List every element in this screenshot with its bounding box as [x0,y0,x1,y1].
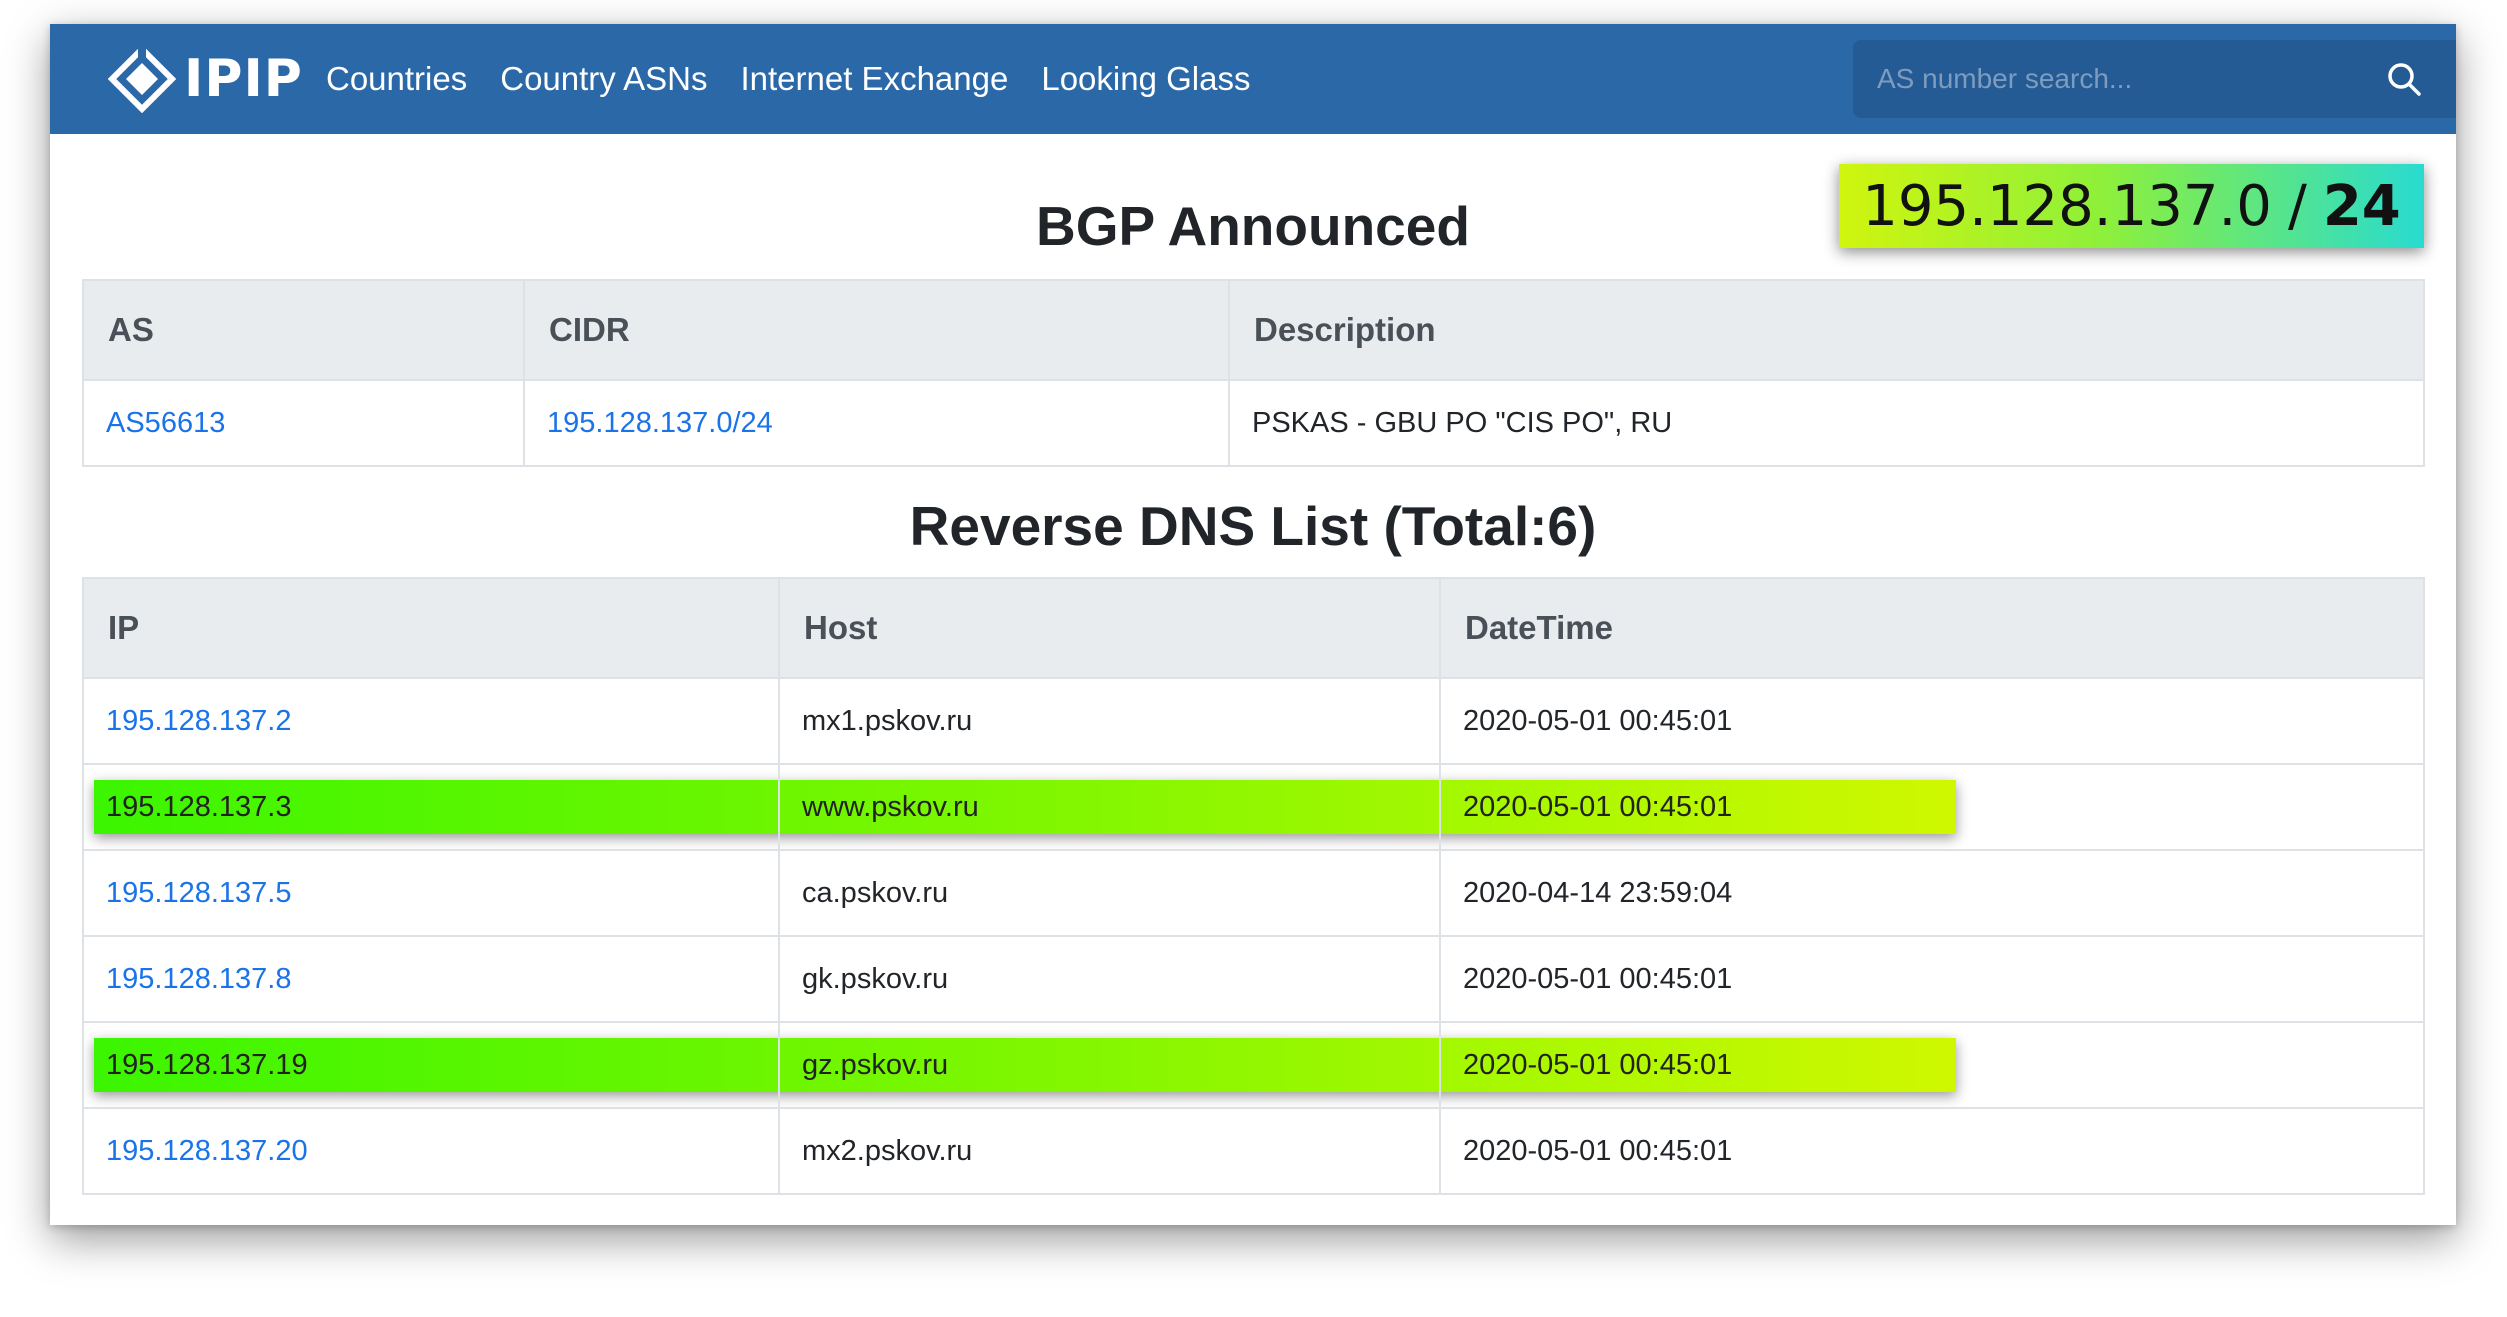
column-header-host: Host [778,577,1441,679]
table-row-highlighted: 195.128.137.19 gz.pskov.ru 2020-05-01 00… [82,1021,2425,1109]
table-row: 195.128.137.20 mx2.pskov.ru 2020-05-01 0… [82,1107,2425,1195]
cidr-cell: 195.128.137.0/24 [523,379,1230,467]
datetime-cell: 2020-05-01 00:45:01 [1439,763,2425,851]
host-cell: ca.pskov.ru [778,849,1441,937]
ip-link[interactable]: 195.128.137.20 [106,1135,308,1167]
column-header-as: AS [82,279,525,381]
bgp-announced-title: BGP Announced [1036,195,1470,257]
ip-link[interactable]: 195.128.137.2 [106,705,291,737]
search-icon[interactable] [2386,61,2422,97]
host-cell: www.pskov.ru [778,763,1441,851]
nav-link-internet-exchange[interactable]: Internet Exchange [740,60,1008,98]
ipip-logo-icon [108,45,176,113]
table-row: 195.128.137.5 ca.pskov.ru 2020-04-14 23:… [82,849,2425,937]
as-cell: AS56613 [82,379,525,467]
table-row: 195.128.137.2 mx1.pskov.ru 2020-05-01 00… [82,677,2425,765]
as-search-box [1853,40,2456,118]
nav-links: Countries Country ASNs Internet Exchange… [326,24,1283,134]
datetime-cell: 2020-04-14 23:59:04 [1439,849,2425,937]
host-cell: gz.pskov.ru [778,1021,1441,1109]
datetime-cell: 2020-05-01 00:45:01 [1439,935,2425,1023]
column-header-datetime: DateTime [1439,577,2425,679]
table-row: 195.128.137.8 gk.pskov.ru 2020-05-01 00:… [82,935,2425,1023]
nav-link-country-asns[interactable]: Country ASNs [500,60,707,98]
host-cell: gk.pskov.ru [778,935,1441,1023]
ip-link[interactable]: 195.128.137.5 [106,877,291,909]
brand-logo[interactable]: IPIP [108,45,303,113]
ip-cell: 195.128.137.20 [82,1107,780,1195]
ip-link[interactable]: 195.128.137.19 [106,1049,308,1081]
column-header-ip: IP [82,577,780,679]
datetime-cell: 2020-05-01 00:45:01 [1439,677,2425,765]
as-search-input[interactable] [1853,40,2373,118]
bgp-announced-table: AS CIDR Description AS56613 195.128.137.… [82,279,2425,467]
host-cell: mx2.pskov.ru [778,1107,1441,1195]
host-cell: mx1.pskov.ru [778,677,1441,765]
datetime-cell: 2020-05-01 00:45:01 [1439,1021,2425,1109]
description-cell: PSKAS - GBU PO "CIS PO", RU [1228,379,2425,467]
table-header-row: IP Host DateTime [82,577,2425,679]
datetime-cell: 2020-05-01 00:45:01 [1439,1107,2425,1195]
ip-link[interactable]: 195.128.137.3 [106,791,291,823]
ip-link[interactable]: 195.128.137.8 [106,963,291,995]
cidr-link[interactable]: 195.128.137.0/24 [547,407,773,439]
column-header-cidr: CIDR [523,279,1230,381]
table-header-row: AS CIDR Description [82,279,2425,381]
nav-link-countries[interactable]: Countries [326,60,467,98]
ip-cell: 195.128.137.2 [82,677,780,765]
top-navbar: IPIP Countries Country ASNs Internet Exc… [50,24,2456,134]
table-row-highlighted: 195.128.137.3 www.pskov.ru 2020-05-01 00… [82,763,2425,851]
ip-cell: 195.128.137.8 [82,935,780,1023]
ip-cell: 195.128.137.19 [82,1021,780,1109]
ip-cell: 195.128.137.5 [82,849,780,937]
reverse-dns-table: IP Host DateTime 195.128.137.2 mx1.pskov… [82,577,2425,1195]
column-header-description: Description [1228,279,2425,381]
nav-link-looking-glass[interactable]: Looking Glass [1041,60,1250,98]
ip-cell: 195.128.137.3 [82,763,780,851]
as-link[interactable]: AS56613 [106,407,225,439]
brand-name: IPIP [184,49,303,109]
browser-window: IPIP Countries Country ASNs Internet Exc… [50,24,2456,1225]
table-row: AS56613 195.128.137.0/24 PSKAS - GBU PO … [82,379,2425,467]
reverse-dns-title: Reverse DNS List (Total:6) [909,495,1597,557]
